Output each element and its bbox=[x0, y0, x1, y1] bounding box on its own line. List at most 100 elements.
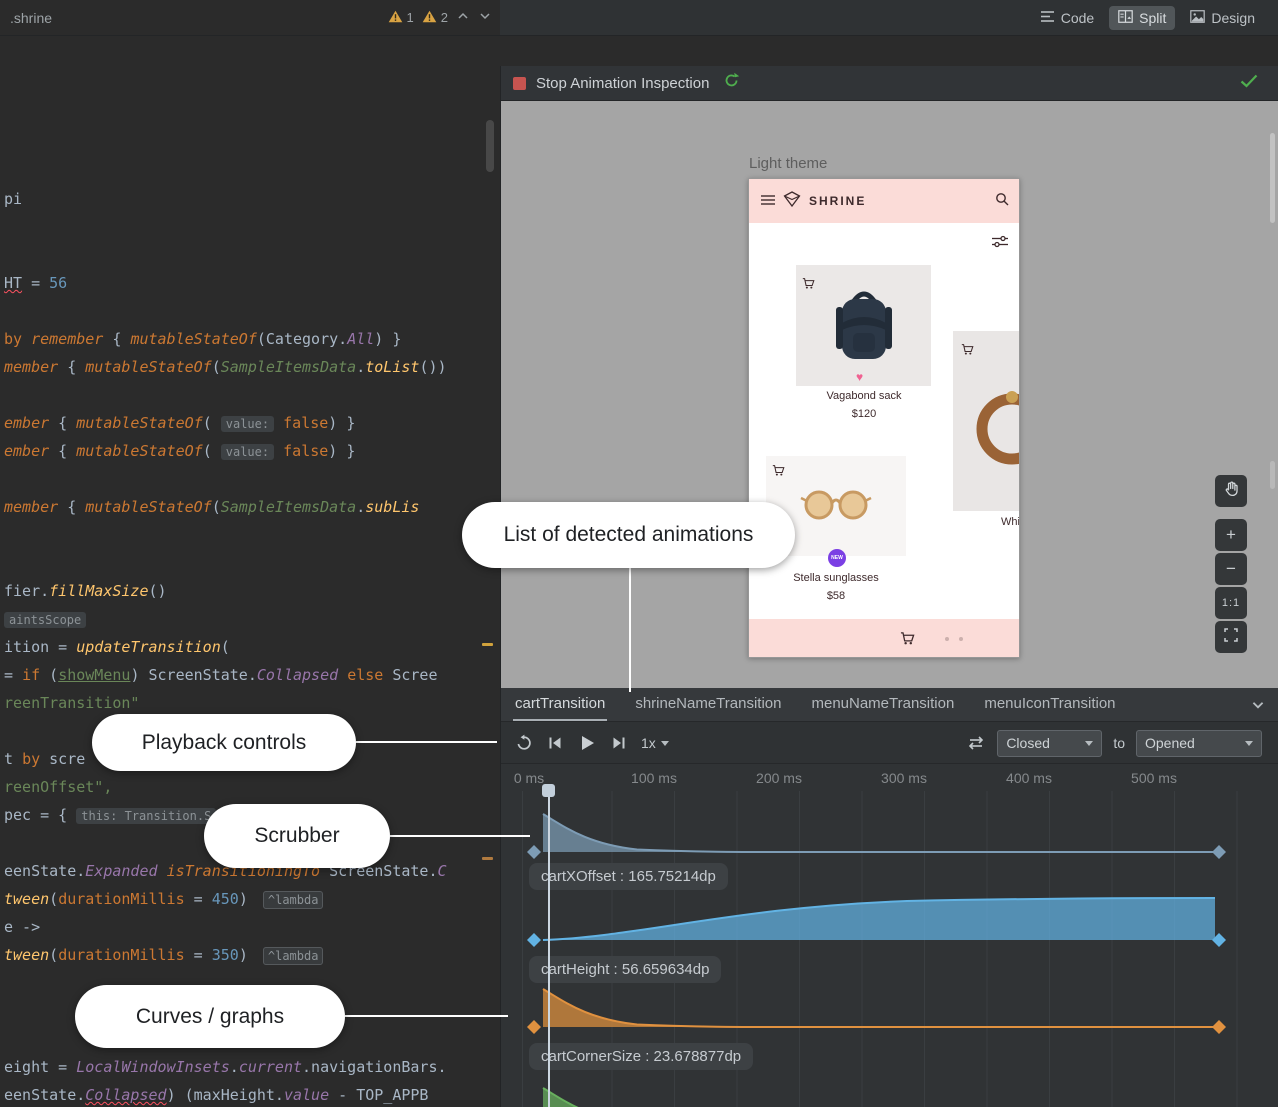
code-editor[interactable]: piHT = 56by remember { mutableStateOf(Ca… bbox=[0, 101, 500, 1107]
animation-tab-cartTransition[interactable]: cartTransition bbox=[513, 688, 607, 721]
product-price: $58 bbox=[766, 590, 906, 602]
warning-count: 2 bbox=[441, 10, 448, 25]
code-line bbox=[0, 101, 500, 129]
callout-curves-graphs: Curves / graphs bbox=[75, 985, 345, 1048]
shrine-top-app-bar: SHRINE bbox=[749, 179, 1020, 223]
fit-screen-icon bbox=[1224, 628, 1238, 647]
mode-design-label: Design bbox=[1211, 10, 1255, 26]
code-line bbox=[0, 213, 500, 241]
mode-code-button[interactable]: Code bbox=[1031, 6, 1103, 30]
replay-button[interactable] bbox=[515, 734, 533, 752]
code-line: ember { mutableStateOf( value: false) } bbox=[0, 437, 500, 465]
search-icon bbox=[995, 192, 1009, 211]
state-selector-group: Closed to Opened bbox=[966, 722, 1262, 764]
skip-previous-button[interactable] bbox=[546, 734, 564, 752]
code-line: = if (showMenu) ScreenState.Collapsed el… bbox=[0, 661, 500, 689]
curve-value-label: cartCornerSize : 23.678877dp bbox=[529, 1043, 753, 1070]
belt-illustration bbox=[967, 367, 1020, 487]
chevron-down-icon bbox=[1245, 741, 1253, 750]
breadcrumb[interactable]: .shrine bbox=[10, 10, 52, 26]
editor-breadcrumb-row: .shrine 1 2 bbox=[0, 0, 500, 35]
code-line: ition = updateTransition( bbox=[0, 633, 500, 661]
skip-next-button[interactable] bbox=[610, 734, 628, 752]
zoom-in-button[interactable]: + bbox=[1215, 519, 1247, 551]
to-state-select[interactable]: Opened bbox=[1136, 730, 1262, 757]
curve-graph-cartHeight bbox=[527, 882, 1227, 948]
warning-icon bbox=[388, 10, 403, 26]
callout-line-animations bbox=[629, 566, 631, 692]
inspections-widget[interactable]: 1 2 bbox=[388, 0, 492, 35]
callout-playback-controls: Playback controls bbox=[92, 714, 356, 771]
code-line: by remember { mutableStateOf(Category.Al… bbox=[0, 325, 500, 353]
code-line: pi bbox=[0, 185, 500, 213]
preview-scrollbar[interactable] bbox=[1270, 133, 1275, 223]
error-stripe-mark[interactable] bbox=[482, 643, 493, 646]
animation-tab-menuNameTransition[interactable]: menuNameTransition bbox=[809, 688, 956, 721]
zoom-out-button[interactable]: − bbox=[1215, 553, 1247, 585]
android-studio-window: d.gradle (:app) × ShrineApp.kt × Code Sp… bbox=[0, 0, 1278, 1107]
playback-speed-control[interactable]: 1x bbox=[641, 735, 669, 751]
product-price: $120 bbox=[794, 408, 934, 420]
product-name: Stella sunglasses bbox=[766, 572, 906, 584]
animation-timeline: 0 ms100 ms200 ms300 ms400 ms500 ms cartX… bbox=[501, 764, 1278, 1107]
swap-states-button[interactable] bbox=[966, 735, 986, 751]
stop-icon bbox=[513, 77, 526, 90]
editor-scrollbar[interactable] bbox=[486, 120, 494, 172]
shrine-app-preview: SHRINE ♥ Vagabond sack $120 bbox=[748, 178, 1020, 658]
scrubber-handle[interactable] bbox=[542, 784, 555, 797]
warning-icon bbox=[422, 10, 437, 26]
backpack-illustration bbox=[824, 273, 904, 373]
code-line: reenOffset", bbox=[0, 773, 500, 801]
chevron-down-icon[interactable] bbox=[478, 9, 492, 26]
callout-line-curves bbox=[345, 1015, 508, 1017]
callout-label: List of detected animations bbox=[504, 523, 754, 547]
pan-button[interactable] bbox=[1215, 475, 1247, 507]
code-line: member { mutableStateOf(SampleItemsData.… bbox=[0, 353, 500, 381]
animation-tab-shrineNameTransition[interactable]: shrineNameTransition bbox=[633, 688, 783, 721]
zoom-fit-button[interactable] bbox=[1215, 621, 1247, 653]
cart-icon bbox=[961, 343, 974, 361]
play-button[interactable] bbox=[577, 733, 597, 753]
animation-tabs: cartTransition shrineNameTransition menuNa… bbox=[501, 688, 1278, 722]
split-icon bbox=[1118, 10, 1133, 26]
code-line bbox=[0, 549, 500, 577]
from-state-select[interactable]: Closed bbox=[997, 730, 1102, 757]
code-line: ember { mutableStateOf( value: false) } bbox=[0, 409, 500, 437]
mode-split-button[interactable]: Split bbox=[1109, 6, 1175, 30]
speed-label: 1x bbox=[641, 735, 656, 751]
callout-line-scrubber bbox=[390, 835, 530, 837]
preview-scrollbar[interactable] bbox=[1270, 461, 1275, 489]
to-label: to bbox=[1113, 735, 1125, 751]
cart-icon bbox=[900, 631, 915, 651]
stop-animation-inspection-button[interactable]: Stop Animation Inspection bbox=[513, 75, 709, 92]
zoom-out-label: − bbox=[1226, 559, 1236, 579]
warning-count: 1 bbox=[407, 10, 414, 25]
chevron-down-icon bbox=[1085, 741, 1093, 750]
code-line: member { mutableStateOf(SampleItemsData.… bbox=[0, 493, 500, 521]
callout-label: Scrubber bbox=[254, 824, 339, 848]
stop-label: Stop Animation Inspection bbox=[536, 75, 709, 92]
zoom-1-1-label: 1:1 bbox=[1222, 597, 1240, 609]
chevron-up-icon[interactable] bbox=[456, 9, 470, 26]
hamburger-icon bbox=[761, 192, 775, 210]
animation-tab-menuIconTransition[interactable]: menuIconTransition bbox=[982, 688, 1117, 721]
new-badge: NEW bbox=[828, 549, 846, 567]
refresh-icon[interactable] bbox=[723, 72, 740, 94]
shrine-brand-label: SHRINE bbox=[809, 194, 866, 208]
hand-icon bbox=[1223, 480, 1240, 502]
tabs-overflow-chevron-icon[interactable] bbox=[1250, 697, 1266, 718]
code-line bbox=[0, 297, 500, 325]
code-lines: piHT = 56by remember { mutableStateOf(Ca… bbox=[0, 101, 500, 1107]
preview-canvas[interactable]: Light theme SHRINE bbox=[501, 101, 1278, 688]
curve-graph-cartXOffset bbox=[527, 794, 1227, 860]
callout-line-playback bbox=[356, 741, 497, 743]
mode-design-button[interactable]: Design bbox=[1181, 6, 1264, 30]
error-stripe-mark[interactable] bbox=[482, 857, 493, 860]
zoom-1-1-button[interactable]: 1:1 bbox=[1215, 587, 1247, 619]
chevron-down-icon bbox=[661, 741, 669, 750]
product-name: Whit bbox=[1001, 516, 1020, 528]
design-icon bbox=[1190, 10, 1205, 26]
scrubber-line[interactable] bbox=[548, 788, 550, 1107]
animation-preview-toolbar: Stop Animation Inspection bbox=[501, 66, 1278, 101]
callout-label: Playback controls bbox=[142, 731, 307, 755]
